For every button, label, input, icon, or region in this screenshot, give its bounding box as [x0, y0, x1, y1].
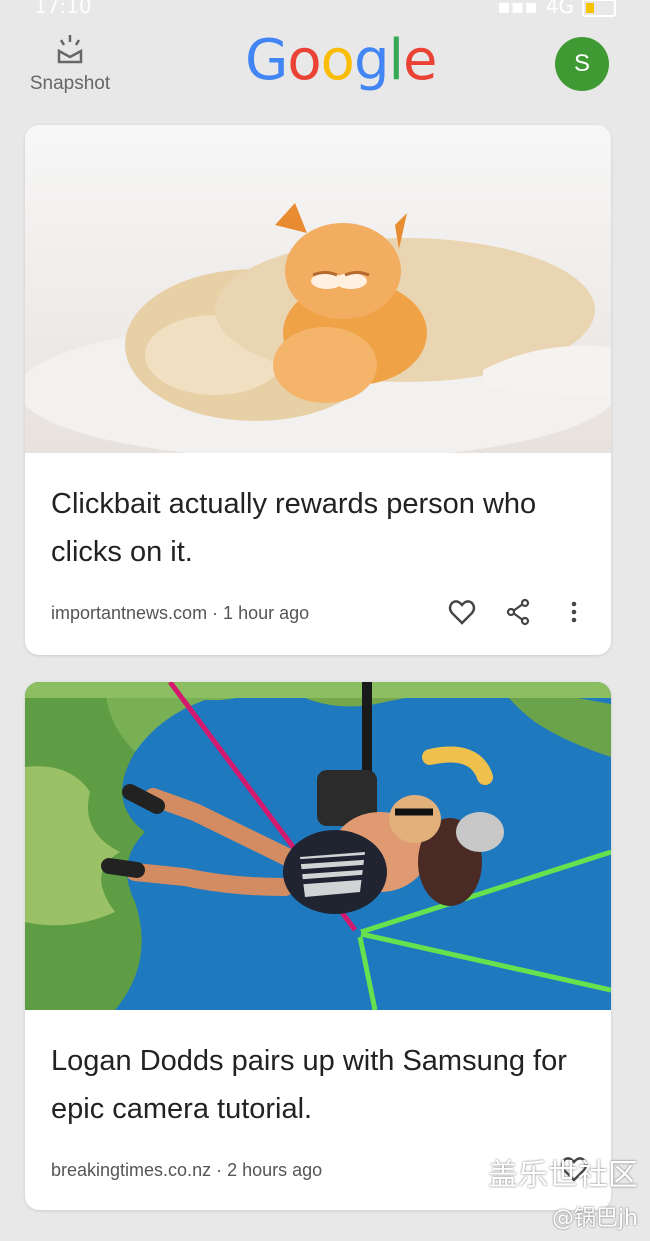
google-logo: Google: [245, 28, 438, 93]
network-label: 4G: [545, 0, 574, 18]
card-title[interactable]: Clickbait actually rewards person who cl…: [51, 480, 571, 576]
more-vert-icon: [571, 601, 577, 623]
watermark: 盖乐世社区 @锅巴jh: [488, 1150, 638, 1232]
share-icon: [506, 598, 530, 626]
header: Snapshot Google S: [0, 22, 650, 122]
heart-icon: [448, 600, 476, 625]
snapshot-icon: [57, 35, 83, 64]
status-icons: ▪▪▪ 4G: [497, 0, 616, 18]
battery-icon: [582, 0, 616, 17]
card-title[interactable]: Logan Dodds pairs up with Samsung for ep…: [51, 1037, 571, 1133]
watermark-community: 盖乐世社区: [488, 1158, 638, 1193]
snapshot-label: Snapshot: [29, 73, 111, 94]
news-card-2[interactable]: Logan Dodds pairs up with Samsung for ep…: [25, 682, 611, 1210]
status-bar: 17:10 ▪▪▪ 4G: [0, 0, 650, 22]
card-source-time: importantnews.com · 1 hour ago: [51, 603, 310, 623]
account-avatar[interactable]: S: [555, 37, 609, 91]
card-source-time: breakingtimes.co.nz · 2 hours ago: [51, 1160, 323, 1180]
more-options-button[interactable]: [559, 597, 589, 627]
status-time: 17:10: [34, 0, 92, 18]
card-image[interactable]: [25, 125, 611, 453]
snapshot-button[interactable]: Snapshot: [24, 34, 116, 95]
signal-icon: ▪▪▪: [497, 0, 538, 18]
like-button[interactable]: [447, 597, 477, 627]
watermark-author: @锅巴jh: [551, 1206, 638, 1231]
puppy-kitten-image: [25, 125, 611, 453]
news-card-1[interactable]: Clickbait actually rewards person who cl…: [25, 125, 611, 655]
paragliding-image: [25, 682, 611, 1010]
card-image[interactable]: [25, 682, 611, 1010]
card-actions: [447, 597, 589, 627]
share-button[interactable]: [503, 597, 533, 627]
